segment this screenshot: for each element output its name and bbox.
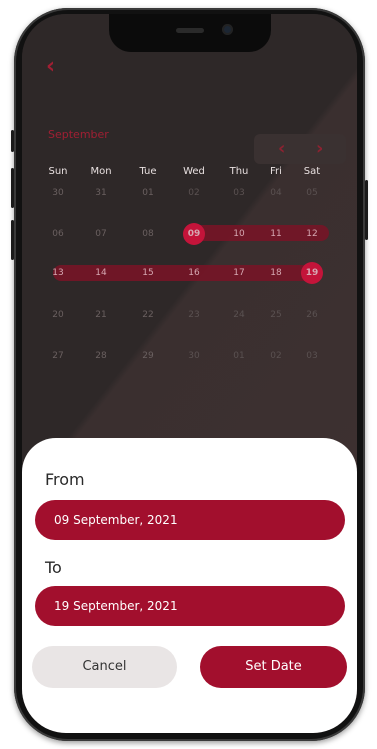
power-button	[365, 180, 368, 240]
calendar-day[interactable]: 10	[224, 223, 254, 245]
calendar-day-selected[interactable]: 09	[183, 223, 205, 245]
cancel-button[interactable]: Cancel	[32, 646, 177, 688]
speaker	[176, 28, 204, 33]
volume-down-button	[11, 220, 14, 260]
mute-switch	[11, 130, 14, 152]
calendar-day[interactable]: 04	[261, 182, 291, 204]
weekday-label: Tue	[139, 166, 157, 177]
calendar-day[interactable]: 03	[224, 182, 254, 204]
calendar-day[interactable]: 11	[261, 223, 291, 245]
calendar-day[interactable]: 06	[43, 223, 73, 245]
volume-up-button	[11, 168, 14, 208]
calendar-day-selected[interactable]: 19	[301, 262, 323, 284]
weekday-label: Wed	[183, 166, 205, 177]
weekday-label: Sat	[303, 166, 321, 177]
weekday-label: Sun	[48, 166, 68, 177]
calendar-day[interactable]: 26	[297, 304, 327, 326]
calendar-day[interactable]: 01	[224, 345, 254, 367]
calendar-day[interactable]: 01	[133, 182, 163, 204]
calendar-day[interactable]: 22	[133, 304, 163, 326]
prev-month-chevron-icon[interactable]: ‹	[278, 134, 285, 164]
calendar-day[interactable]: 24	[224, 304, 254, 326]
calendar-day[interactable]: 02	[261, 345, 291, 367]
set-date-button[interactable]: Set Date	[200, 646, 347, 688]
calendar-day[interactable]: 20	[43, 304, 73, 326]
calendar-day[interactable]: 08	[133, 223, 163, 245]
month-title: September	[48, 128, 109, 141]
calendar-day[interactable]: 16	[179, 262, 209, 284]
calendar-day[interactable]: 07	[86, 223, 116, 245]
calendar-day[interactable]: 30	[43, 182, 73, 204]
calendar-day[interactable]: 17	[224, 262, 254, 284]
to-date-field[interactable]: 19 September, 2021	[35, 586, 345, 626]
from-label: From	[45, 470, 85, 489]
calendar-day[interactable]: 18	[261, 262, 291, 284]
weekday-label: Mon	[90, 166, 112, 177]
calendar-day[interactable]: 13	[43, 262, 73, 284]
calendar-day[interactable]: 02	[179, 182, 209, 204]
calendar-day[interactable]: 27	[43, 345, 73, 367]
calendar-day[interactable]: 25	[261, 304, 291, 326]
to-label: To	[45, 558, 62, 577]
calendar-day[interactable]: 03	[297, 345, 327, 367]
month-nav: ‹ ›	[254, 134, 346, 164]
calendar-day[interactable]: 12	[297, 223, 327, 245]
from-date-field[interactable]: 09 September, 2021	[35, 500, 345, 540]
calendar-day[interactable]: 31	[86, 182, 116, 204]
next-month-chevron-icon[interactable]: ›	[316, 134, 323, 164]
calendar-day[interactable]: 05	[297, 182, 327, 204]
app-screen: ‹ September ‹ › Sun Mon Tue Wed Thu Fri Sat 30…	[22, 14, 357, 733]
back-chevron-icon[interactable]: ‹	[46, 54, 55, 79]
weekday-label: Thu	[229, 166, 249, 177]
date-range-sheet: From 09 September, 2021 To 19 September,…	[22, 438, 357, 733]
notch	[109, 14, 271, 52]
calendar-day[interactable]: 15	[133, 262, 163, 284]
calendar-day[interactable]: 29	[133, 345, 163, 367]
calendar-day[interactable]: 21	[86, 304, 116, 326]
weekday-label: Fri	[270, 166, 282, 177]
calendar-day[interactable]: 23	[179, 304, 209, 326]
calendar-day[interactable]: 30	[179, 345, 209, 367]
camera-icon	[222, 24, 233, 35]
calendar-day[interactable]: 14	[86, 262, 116, 284]
calendar-day[interactable]: 28	[86, 345, 116, 367]
